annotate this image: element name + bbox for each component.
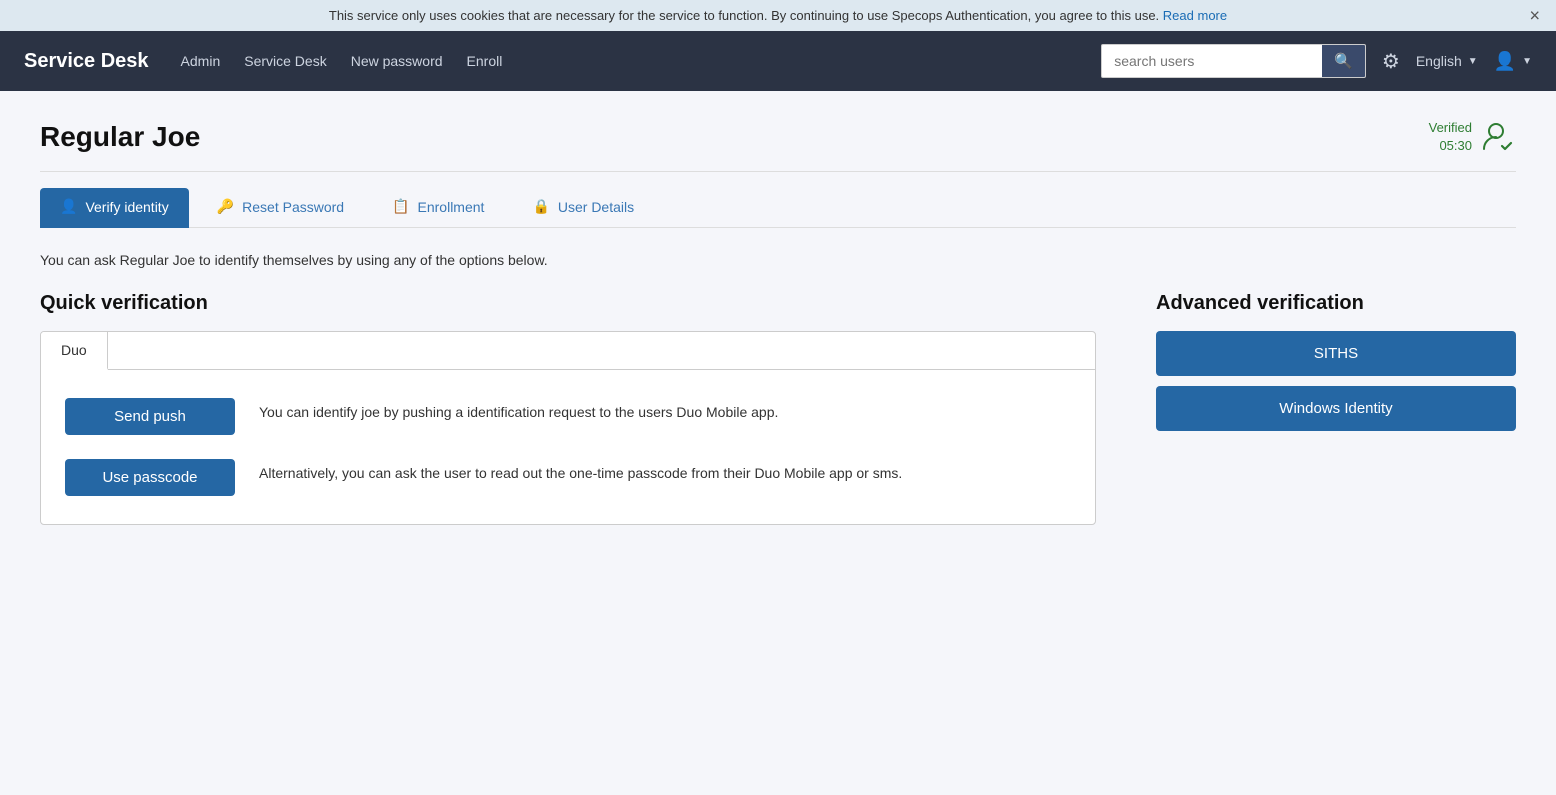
quick-verification-title: Quick verification [40,292,1096,315]
advanced-verification-title: Advanced verification [1156,292,1516,315]
verified-user-icon [1480,119,1516,155]
chevron-down-icon: ▼ [1522,56,1532,67]
use-passcode-row: Use passcode Alternatively, you can ask … [65,459,1071,496]
use-passcode-description: Alternatively, you can ask the user to r… [259,459,902,484]
verified-label: Verified [1429,119,1472,137]
send-push-row: Send push You can identify joe by pushin… [65,398,1071,435]
content-columns: Quick verification Duo Send push You can… [40,292,1516,525]
search-button[interactable]: 🔍 [1322,45,1365,77]
verified-badge: Verified 05:30 [1429,119,1516,155]
tab-user-details-label: User Details [558,199,634,215]
tab-enrollment-label: Enrollment [418,199,485,215]
read-more-link[interactable]: Read more [1163,8,1227,23]
search-input[interactable] [1102,47,1322,75]
siths-button[interactable]: SITHS [1156,331,1516,376]
chevron-down-icon: ▼ [1468,56,1478,67]
language-label: English [1416,53,1462,69]
duo-tab-panel: Duo Send push You can identify joe by pu… [40,331,1096,525]
nav-links: Admin Service Desk New password Enroll [181,49,1102,73]
send-push-button[interactable]: Send push [65,398,235,435]
tab-enrollment[interactable]: 📋 Enrollment [372,188,504,228]
tab-reset-label: Reset Password [242,199,344,215]
cookie-close-button[interactable]: × [1529,5,1540,26]
duo-tab[interactable]: Duo [41,332,108,370]
tab-user-details[interactable]: 🔒 User Details [512,188,654,228]
cookie-banner: This service only uses cookies that are … [0,0,1556,31]
verify-identity-icon: 👤 [60,198,77,215]
windows-identity-button[interactable]: Windows Identity [1156,386,1516,431]
quick-verification-section: Quick verification Duo Send push You can… [40,292,1096,525]
nav-admin[interactable]: Admin [181,49,221,73]
panel-body: Send push You can identify joe by pushin… [41,370,1095,524]
verified-time: 05:30 [1429,137,1472,155]
user-details-icon: 🔒 [532,198,549,215]
panel-tab-bar: Duo [41,332,1095,370]
brand-logo: Service Desk [24,50,149,73]
intro-text: You can ask Regular Joe to identify them… [40,252,1516,268]
user-menu-button[interactable]: 👤 ▼ [1494,51,1532,72]
tab-verify-identity[interactable]: 👤 Verify identity [40,188,189,228]
nav-new-password[interactable]: New password [351,49,443,73]
settings-icon[interactable]: ⚙ [1382,49,1400,74]
advanced-verification-section: Advanced verification SITHS Windows Iden… [1156,292,1516,441]
top-navigation: Service Desk Admin Service Desk New pass… [0,31,1556,91]
nav-service-desk[interactable]: Service Desk [244,49,326,73]
user-avatar-icon: 👤 [1494,51,1516,72]
page-title: Regular Joe [40,121,200,153]
enrollment-icon: 📋 [392,198,409,215]
page-header: Regular Joe Verified 05:30 [40,119,1516,172]
search-wrapper: 🔍 [1101,44,1366,78]
tab-bar: 👤 Verify identity 🔑 Reset Password 📋 Enr… [40,188,1516,228]
send-push-description: You can identify joe by pushing a identi… [259,398,778,423]
main-content: Regular Joe Verified 05:30 👤 Verify iden… [0,91,1556,795]
reset-password-icon: 🔑 [217,198,234,215]
nav-enroll[interactable]: Enroll [467,49,503,73]
cookie-text: This service only uses cookies that are … [329,8,1159,23]
use-passcode-button[interactable]: Use passcode [65,459,235,496]
language-selector[interactable]: English ▼ [1416,53,1478,69]
tab-reset-password[interactable]: 🔑 Reset Password [197,188,364,228]
tab-verify-label: Verify identity [85,199,168,215]
topnav-right: 🔍 ⚙ English ▼ 👤 ▼ [1101,44,1532,78]
